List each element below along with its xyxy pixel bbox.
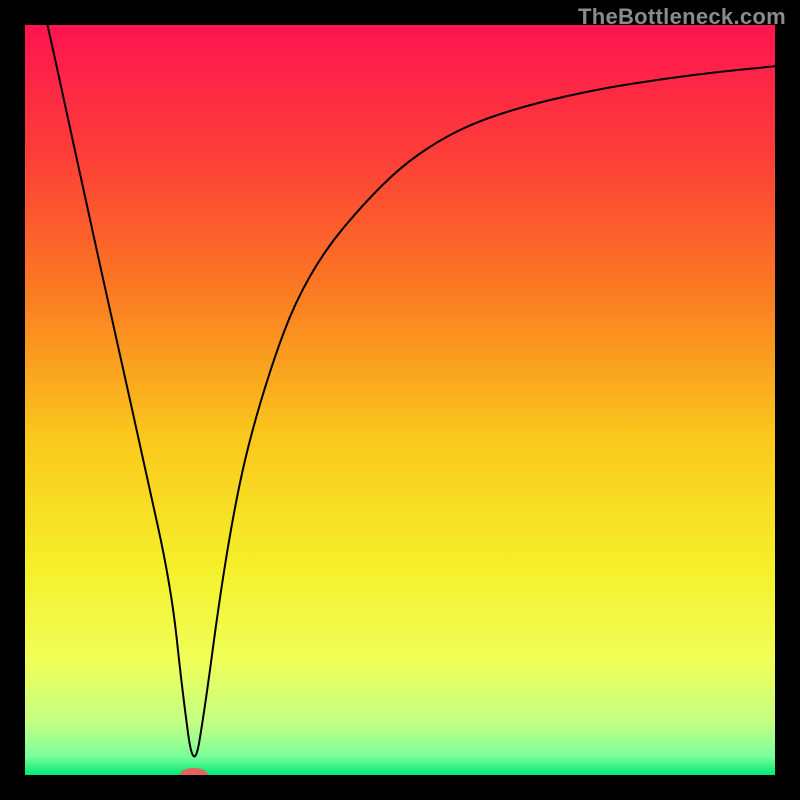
chart-plot-area	[25, 25, 775, 775]
chart-svg	[25, 25, 775, 775]
chart-frame: TheBottleneck.com	[0, 0, 800, 800]
chart-background	[25, 25, 775, 775]
